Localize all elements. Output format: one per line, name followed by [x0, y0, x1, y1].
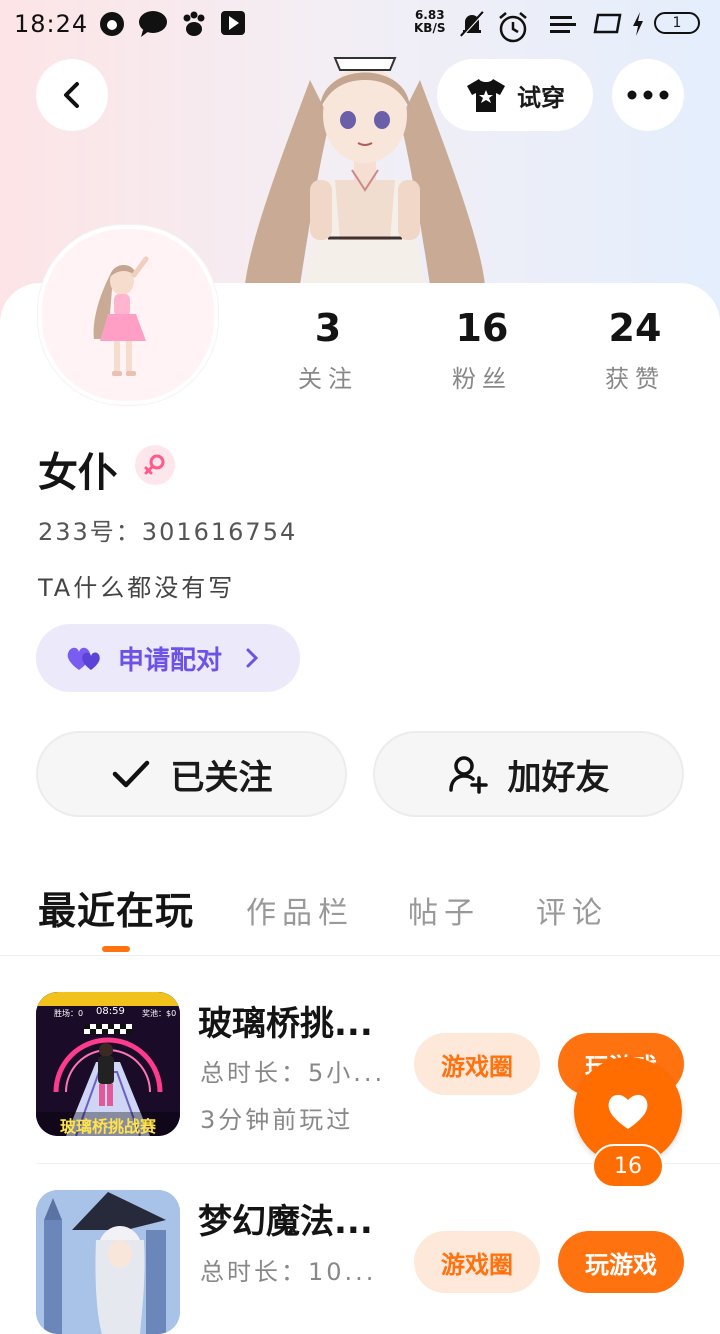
net-speed-unit: KB/S: [414, 21, 446, 35]
thumb-left-stat: 胜场：0: [54, 1009, 84, 1018]
thumb-timer: 08:59: [96, 1006, 125, 1017]
battery-icon: 1: [654, 12, 700, 34]
tab-posts[interactable]: 帖子: [408, 888, 480, 932]
back-button[interactable]: [36, 59, 108, 131]
paw-icon: [183, 11, 205, 36]
stat-fans-label: 粉丝: [452, 365, 512, 393]
stat-likes[interactable]: 24 获赞: [575, 305, 695, 394]
tshirt-icon: [467, 79, 505, 112]
game-circle-button[interactable]: 游戏圈: [414, 1033, 540, 1095]
add-friend-button[interactable]: 加好友: [373, 731, 684, 817]
screen-icon: [593, 13, 622, 34]
game-thumbnail-magic[interactable]: [36, 1190, 180, 1334]
stat-fans-count: 16: [455, 306, 509, 350]
add-user-icon: [448, 756, 488, 794]
thumb-right-stat: 奖池：$0: [142, 1009, 177, 1018]
try-on-button[interactable]: 试穿: [437, 59, 593, 131]
tab-works[interactable]: 作品栏: [246, 888, 354, 932]
chevron-right-icon: [246, 648, 259, 668]
stat-likes-count: 24: [608, 306, 662, 350]
user-bio: TA什么都没有写: [38, 574, 236, 602]
app-notification-icon: [100, 12, 124, 36]
play-game-button[interactable]: 玩游戏: [558, 1231, 684, 1293]
more-dots-icon: [627, 90, 669, 100]
stat-following-count: 3: [314, 306, 342, 350]
add-friend-label: 加好友: [507, 757, 610, 798]
apply-pair-label: 申请配对: [118, 645, 223, 676]
avatar[interactable]: [38, 225, 218, 405]
user-id: 233号：301616754: [38, 518, 298, 546]
heart-icon: [608, 1094, 648, 1129]
game-duration: 总时长：5小...: [200, 1059, 386, 1087]
try-on-label: 试穿: [517, 83, 565, 112]
followed-button[interactable]: 已关注: [36, 731, 347, 817]
tab-comments[interactable]: 评论: [536, 888, 608, 932]
alarm-icon: [499, 12, 527, 43]
stat-following-label: 关注: [298, 365, 358, 393]
magic-game-artwork: [36, 1190, 180, 1334]
game-last-played: 3分钟前玩过: [200, 1106, 354, 1134]
game-title[interactable]: 梦幻魔法...: [198, 1194, 373, 1243]
game-circle-button[interactable]: 游戏圈: [414, 1231, 540, 1293]
play-app-icon: [221, 11, 245, 35]
tab-recently-played[interactable]: 最近在玩: [38, 880, 194, 935]
stat-fans[interactable]: 16 粉丝: [422, 305, 542, 394]
followed-label: 已关注: [170, 757, 273, 798]
tab-active-indicator: [102, 946, 130, 952]
signal-icon: [550, 16, 576, 33]
avatar-figure: [93, 256, 149, 376]
game-duration: 总时长：10...: [200, 1258, 377, 1286]
username: 女仆: [38, 450, 118, 496]
stat-following[interactable]: 3 关注: [268, 305, 388, 394]
tab-divider: [0, 955, 720, 956]
battery-level: 1: [672, 15, 682, 31]
game-thumbnail-glass-bridge[interactable]: 胜场：0 08:59 奖池：$0 玻璃桥挑战赛: [36, 992, 180, 1136]
mute-bell-icon: [460, 11, 485, 38]
thumb-caption: 玻璃桥挑战赛: [59, 1117, 156, 1136]
apply-pair-button[interactable]: 申请配对: [36, 624, 300, 692]
charging-icon: [633, 12, 643, 36]
check-icon: [112, 760, 149, 788]
female-gender-icon: [135, 445, 175, 485]
stat-likes-label: 获赞: [605, 365, 665, 393]
more-button[interactable]: [612, 59, 684, 131]
game-title[interactable]: 玻璃桥挑...: [198, 996, 373, 1045]
net-speed: 6.83 KB/S: [414, 9, 445, 35]
double-heart-icon: [67, 647, 100, 670]
chevron-left-icon: [64, 82, 79, 108]
status-time: 18:24: [14, 10, 89, 38]
message-icon: [139, 11, 167, 37]
like-count-badge: 16: [592, 1144, 664, 1188]
